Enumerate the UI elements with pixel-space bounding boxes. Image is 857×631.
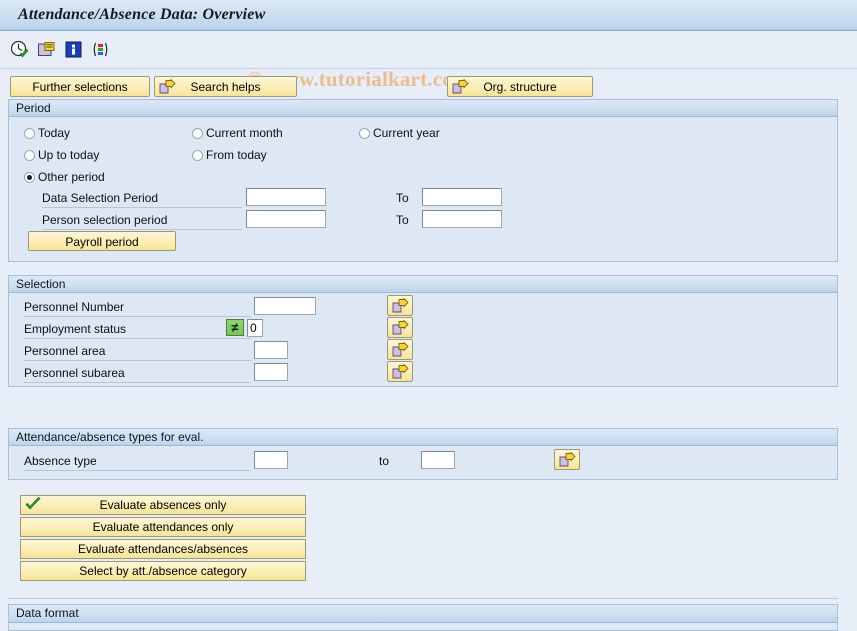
label-rule bbox=[24, 338, 251, 339]
multi-select-arrow-icon bbox=[559, 451, 576, 468]
label-rule bbox=[24, 382, 251, 383]
data-selection-period-to-input[interactable] bbox=[422, 188, 502, 206]
data-format-panel-title: Data format bbox=[16, 606, 79, 620]
multi-select-arrow-icon bbox=[392, 363, 409, 380]
employment-status-multi-select-button[interactable] bbox=[387, 317, 413, 338]
label-rule bbox=[24, 360, 251, 361]
radio-from-today-label: From today bbox=[206, 148, 267, 162]
attendance-absence-types-header: Attendance/absence types for eval. bbox=[9, 429, 837, 446]
radio-other-period-indicator bbox=[24, 172, 35, 183]
personnel-subarea-label: Personnel subarea bbox=[24, 366, 125, 380]
selection-panel: Selection Personnel Number Employment st… bbox=[8, 275, 838, 387]
person-selection-period-to-label: To bbox=[396, 213, 409, 227]
personnel-subarea-multi-select-button[interactable] bbox=[387, 361, 413, 382]
label-rule bbox=[42, 207, 242, 208]
absence-type-to-label: to bbox=[379, 454, 390, 468]
radio-from-today-indicator bbox=[192, 150, 203, 161]
data-selection-period-from-input[interactable] bbox=[246, 188, 326, 206]
period-panel-header: Period bbox=[9, 100, 837, 117]
person-selection-period-from-input[interactable] bbox=[246, 210, 326, 228]
section-divider bbox=[8, 598, 838, 599]
label-rule bbox=[24, 316, 251, 317]
multi-select-arrow-icon bbox=[392, 297, 409, 314]
get-variant-icon[interactable] bbox=[37, 40, 56, 59]
org-structure-button[interactable]: Org. structure bbox=[447, 76, 593, 97]
evaluate-attendances-absences-button[interactable]: Evaluate attendances/absences bbox=[20, 539, 306, 559]
radio-today-label: Today bbox=[38, 126, 71, 140]
radio-today-indicator bbox=[24, 128, 35, 139]
radio-up-to-today-label: Up to today bbox=[38, 148, 100, 162]
evaluate-attendances-only-button[interactable]: Evaluate attendances only bbox=[20, 517, 306, 537]
absence-type-multi-select-button[interactable] bbox=[554, 449, 580, 470]
window-title-bar: Attendance/Absence Data: Overview bbox=[0, 0, 857, 31]
radio-current-year-label: Current year bbox=[373, 126, 440, 140]
personnel-area-multi-select-button[interactable] bbox=[387, 339, 413, 360]
personnel-subarea-input[interactable] bbox=[254, 363, 288, 381]
evaluate-absences-only-button[interactable]: Evaluate absences only bbox=[20, 495, 306, 515]
data-selection-period-to-label: To bbox=[396, 191, 409, 205]
absence-type-to-input[interactable] bbox=[421, 451, 455, 469]
color-legend-icon[interactable] bbox=[91, 40, 110, 59]
multi-select-arrow-icon bbox=[452, 78, 469, 95]
data-selection-period-label: Data Selection Period bbox=[42, 191, 159, 205]
execute-clock-icon[interactable] bbox=[10, 40, 29, 59]
radio-up-to-today-indicator bbox=[24, 150, 35, 161]
evaluate-absences-only-label: Evaluate absences only bbox=[99, 498, 227, 512]
toolbar-icon-group bbox=[10, 40, 110, 59]
period-panel: Period Today Current month Current year … bbox=[8, 99, 838, 262]
radio-current-month-label: Current month bbox=[206, 126, 283, 140]
data-format-panel: Data format bbox=[8, 604, 838, 631]
search-helps-label: Search helps bbox=[190, 80, 261, 94]
radio-other-period-label: Other period bbox=[38, 170, 105, 184]
period-panel-title: Period bbox=[16, 101, 51, 115]
employment-status-operator-button[interactable]: ≠ bbox=[226, 319, 244, 336]
radio-current-year-indicator bbox=[359, 128, 370, 139]
data-format-panel-header: Data format bbox=[9, 605, 837, 623]
label-rule bbox=[24, 470, 251, 471]
employment-status-label: Employment status bbox=[24, 322, 127, 336]
personnel-number-input[interactable] bbox=[254, 297, 316, 315]
multi-select-arrow-icon bbox=[392, 341, 409, 358]
multi-select-arrow-icon bbox=[392, 319, 409, 336]
payroll-period-button[interactable]: Payroll period bbox=[28, 231, 176, 251]
checkmark-icon bbox=[25, 497, 41, 512]
selection-panel-title: Selection bbox=[16, 277, 66, 291]
employment-status-input[interactable] bbox=[247, 319, 263, 337]
multi-select-arrow-icon bbox=[159, 78, 176, 95]
radio-current-month-indicator bbox=[192, 128, 203, 139]
attendance-absence-types-title: Attendance/absence types for eval. bbox=[16, 430, 204, 444]
absence-type-from-input[interactable] bbox=[254, 451, 288, 469]
label-rule bbox=[42, 229, 242, 230]
absence-type-label: Absence type bbox=[24, 454, 97, 468]
further-selections-button[interactable]: Further selections bbox=[10, 76, 150, 97]
person-selection-period-label: Person selection period bbox=[42, 213, 168, 227]
selection-panel-header: Selection bbox=[9, 276, 837, 293]
attendance-absence-types-panel: Attendance/absence types for eval. Absen… bbox=[8, 428, 838, 480]
org-structure-label: Org. structure bbox=[483, 80, 557, 94]
info-icon[interactable] bbox=[64, 40, 83, 59]
application-toolbar: © www.tutorialkart.com bbox=[0, 31, 857, 91]
personnel-area-label: Personnel area bbox=[24, 344, 106, 358]
personnel-area-input[interactable] bbox=[254, 341, 288, 359]
personnel-number-label: Personnel Number bbox=[24, 300, 125, 314]
personnel-number-multi-select-button[interactable] bbox=[387, 295, 413, 316]
page-title: Attendance/Absence Data: Overview bbox=[18, 6, 266, 23]
search-helps-button[interactable]: Search helps bbox=[154, 76, 297, 97]
person-selection-period-to-input[interactable] bbox=[422, 210, 502, 228]
select-by-category-button[interactable]: Select by att./absence category bbox=[20, 561, 306, 581]
